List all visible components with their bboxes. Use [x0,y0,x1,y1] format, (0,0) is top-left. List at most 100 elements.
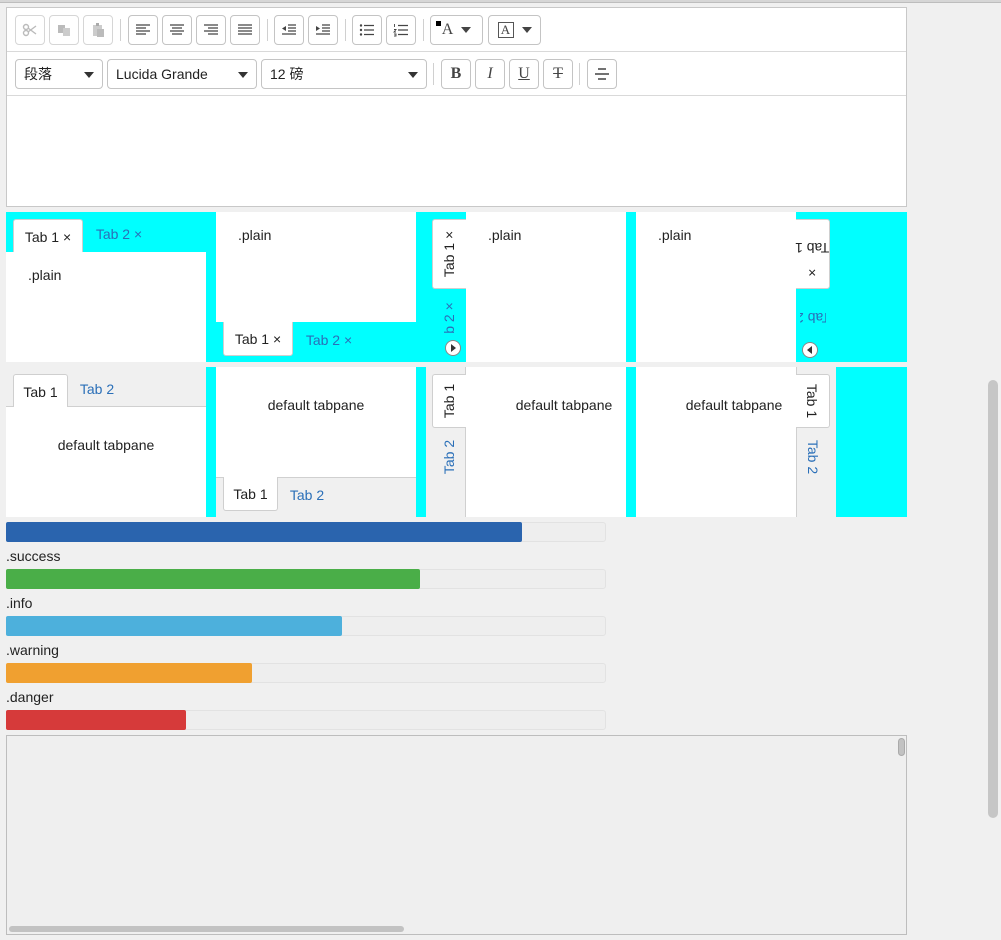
italic-icon: I [487,65,493,82]
progress-label-info: .info [6,595,33,611]
tab-label: Tab 2 [289,487,325,503]
pane-text: .plain [658,227,692,243]
panel-gap [416,367,426,517]
italic-button[interactable]: I [475,59,505,89]
close-icon[interactable]: × [808,265,816,281]
tab-default-right-1[interactable]: Tab 1 [796,374,830,428]
font-color-letter: A [441,21,454,38]
outdent-button[interactable] [274,15,304,45]
font-size-select[interactable]: 12 磅 [261,59,427,89]
tab-label: Tab 2 [305,332,341,348]
tab-pane-bottom: .plain [216,212,416,322]
editor-content-area[interactable] [7,97,906,206]
toolbar-separator [267,19,268,41]
panel-gap [626,212,636,362]
paste-button[interactable] [83,15,113,45]
tab-default-left-2[interactable]: Tab 2 [436,432,462,482]
close-icon[interactable]: × [273,331,281,347]
tab-pane-left: .plain [466,212,626,362]
tab-right-1[interactable]: Tab 1 × [795,219,830,289]
pane-text: default tabpane [515,397,613,413]
copy-icon [58,25,70,36]
pane-text: .plain [488,227,522,243]
tab-label: Tab 1 [234,330,270,347]
chevron-down-icon [238,72,248,78]
text-area-horizontal-scrollbar[interactable] [9,926,404,932]
page-vertical-scrollbar[interactable] [988,380,998,818]
tab-left-2[interactable]: b 2 × [436,296,462,340]
font-family-select-value: Lucida Grande [116,66,208,82]
tab-top-2[interactable]: Tab 2 × [88,219,150,249]
copy-button[interactable] [49,15,79,45]
scroll-tabs-left-button[interactable] [802,342,818,358]
numbered-list-icon [393,24,408,37]
progress-bar-info [6,616,342,636]
tab-label: Tab 1 [23,383,58,400]
align-right-button[interactable] [196,15,226,45]
tab-top-1[interactable]: Tab 1 × [13,219,83,253]
tab-default-top-1[interactable]: Tab 1 [13,374,68,408]
horizontal-rule-icon [595,68,609,80]
progress-bar-danger [6,710,186,730]
tab-default-bottom-1[interactable]: Tab 1 [223,477,278,511]
underline-button[interactable]: U [509,59,539,89]
align-center-icon [170,24,184,35]
tab-left-1[interactable]: Tab 1 × [432,219,466,289]
align-justify-icon [238,24,252,35]
tab-right-2[interactable]: Tab 2 [800,294,826,342]
editor-toolbar-row-1: A A [7,8,906,52]
scroll-tabs-right-button[interactable] [445,340,461,356]
highlight-dropdown[interactable]: A [488,15,541,45]
editor-toolbar-row-2: 段落 Lucida Grande 12 磅 B I U T [7,52,906,96]
tab-default-bottom-2[interactable]: Tab 2 [282,480,332,510]
scrollable-text-area[interactable] [6,735,907,935]
cut-button[interactable] [15,15,45,45]
tab-label: Tab 1 [804,383,821,419]
tab-label: Tab 1 [233,485,268,502]
strikethrough-icon: T [553,65,563,82]
font-color-dropdown[interactable]: A [430,15,483,45]
align-left-button[interactable] [128,15,158,45]
progress-bar-default [6,522,522,542]
align-right-icon [204,24,218,35]
tab-label: Tab 1 × [442,231,458,277]
arrow-left-icon [807,346,812,354]
paragraph-select[interactable]: 段落 [15,59,103,89]
tab-default-top-2[interactable]: Tab 2 [72,374,122,404]
close-icon[interactable]: × [134,226,142,242]
horizontal-rule-button[interactable] [587,59,617,89]
window-top-edge [0,0,1001,3]
progress-bar-success [6,569,420,589]
font-family-select[interactable]: Lucida Grande [107,59,257,89]
pane-text: .plain [28,267,62,283]
bold-icon: B [450,65,462,82]
numbered-list-button[interactable] [386,15,416,45]
pane-text: default tabpane [57,437,155,453]
close-icon[interactable]: × [63,229,71,245]
tab-bottom-1[interactable]: Tab 1 × [223,322,293,356]
toolbar-separator [423,19,424,41]
tab-label-text: Tab 2 [800,310,826,326]
close-icon[interactable]: × [344,332,352,348]
tab-bottom-2[interactable]: Tab 2 × [298,325,360,355]
bold-button[interactable]: B [441,59,471,89]
toolbar-separator [433,63,434,85]
tab-default-right-2[interactable]: Tab 2 [800,432,826,482]
tab-default-left-1[interactable]: Tab 1 [432,374,466,428]
toolbar-separator [120,19,121,41]
pane-text: .plain [238,227,272,243]
chevron-down-icon [84,72,94,78]
close-icon[interactable]: × [441,302,457,310]
chevron-down-icon [521,27,532,33]
tab-pane-right: .plain [636,212,796,362]
paste-icon [93,23,104,37]
text-area-vertical-scrollbar[interactable] [898,738,905,756]
strikethrough-button[interactable]: T [543,59,573,89]
underline-icon: U [518,65,530,82]
align-justify-button[interactable] [230,15,260,45]
align-center-button[interactable] [162,15,192,45]
indent-button[interactable] [308,15,338,45]
align-left-icon [136,24,150,35]
bullet-list-button[interactable] [352,15,382,45]
close-icon[interactable]: × [442,231,458,239]
